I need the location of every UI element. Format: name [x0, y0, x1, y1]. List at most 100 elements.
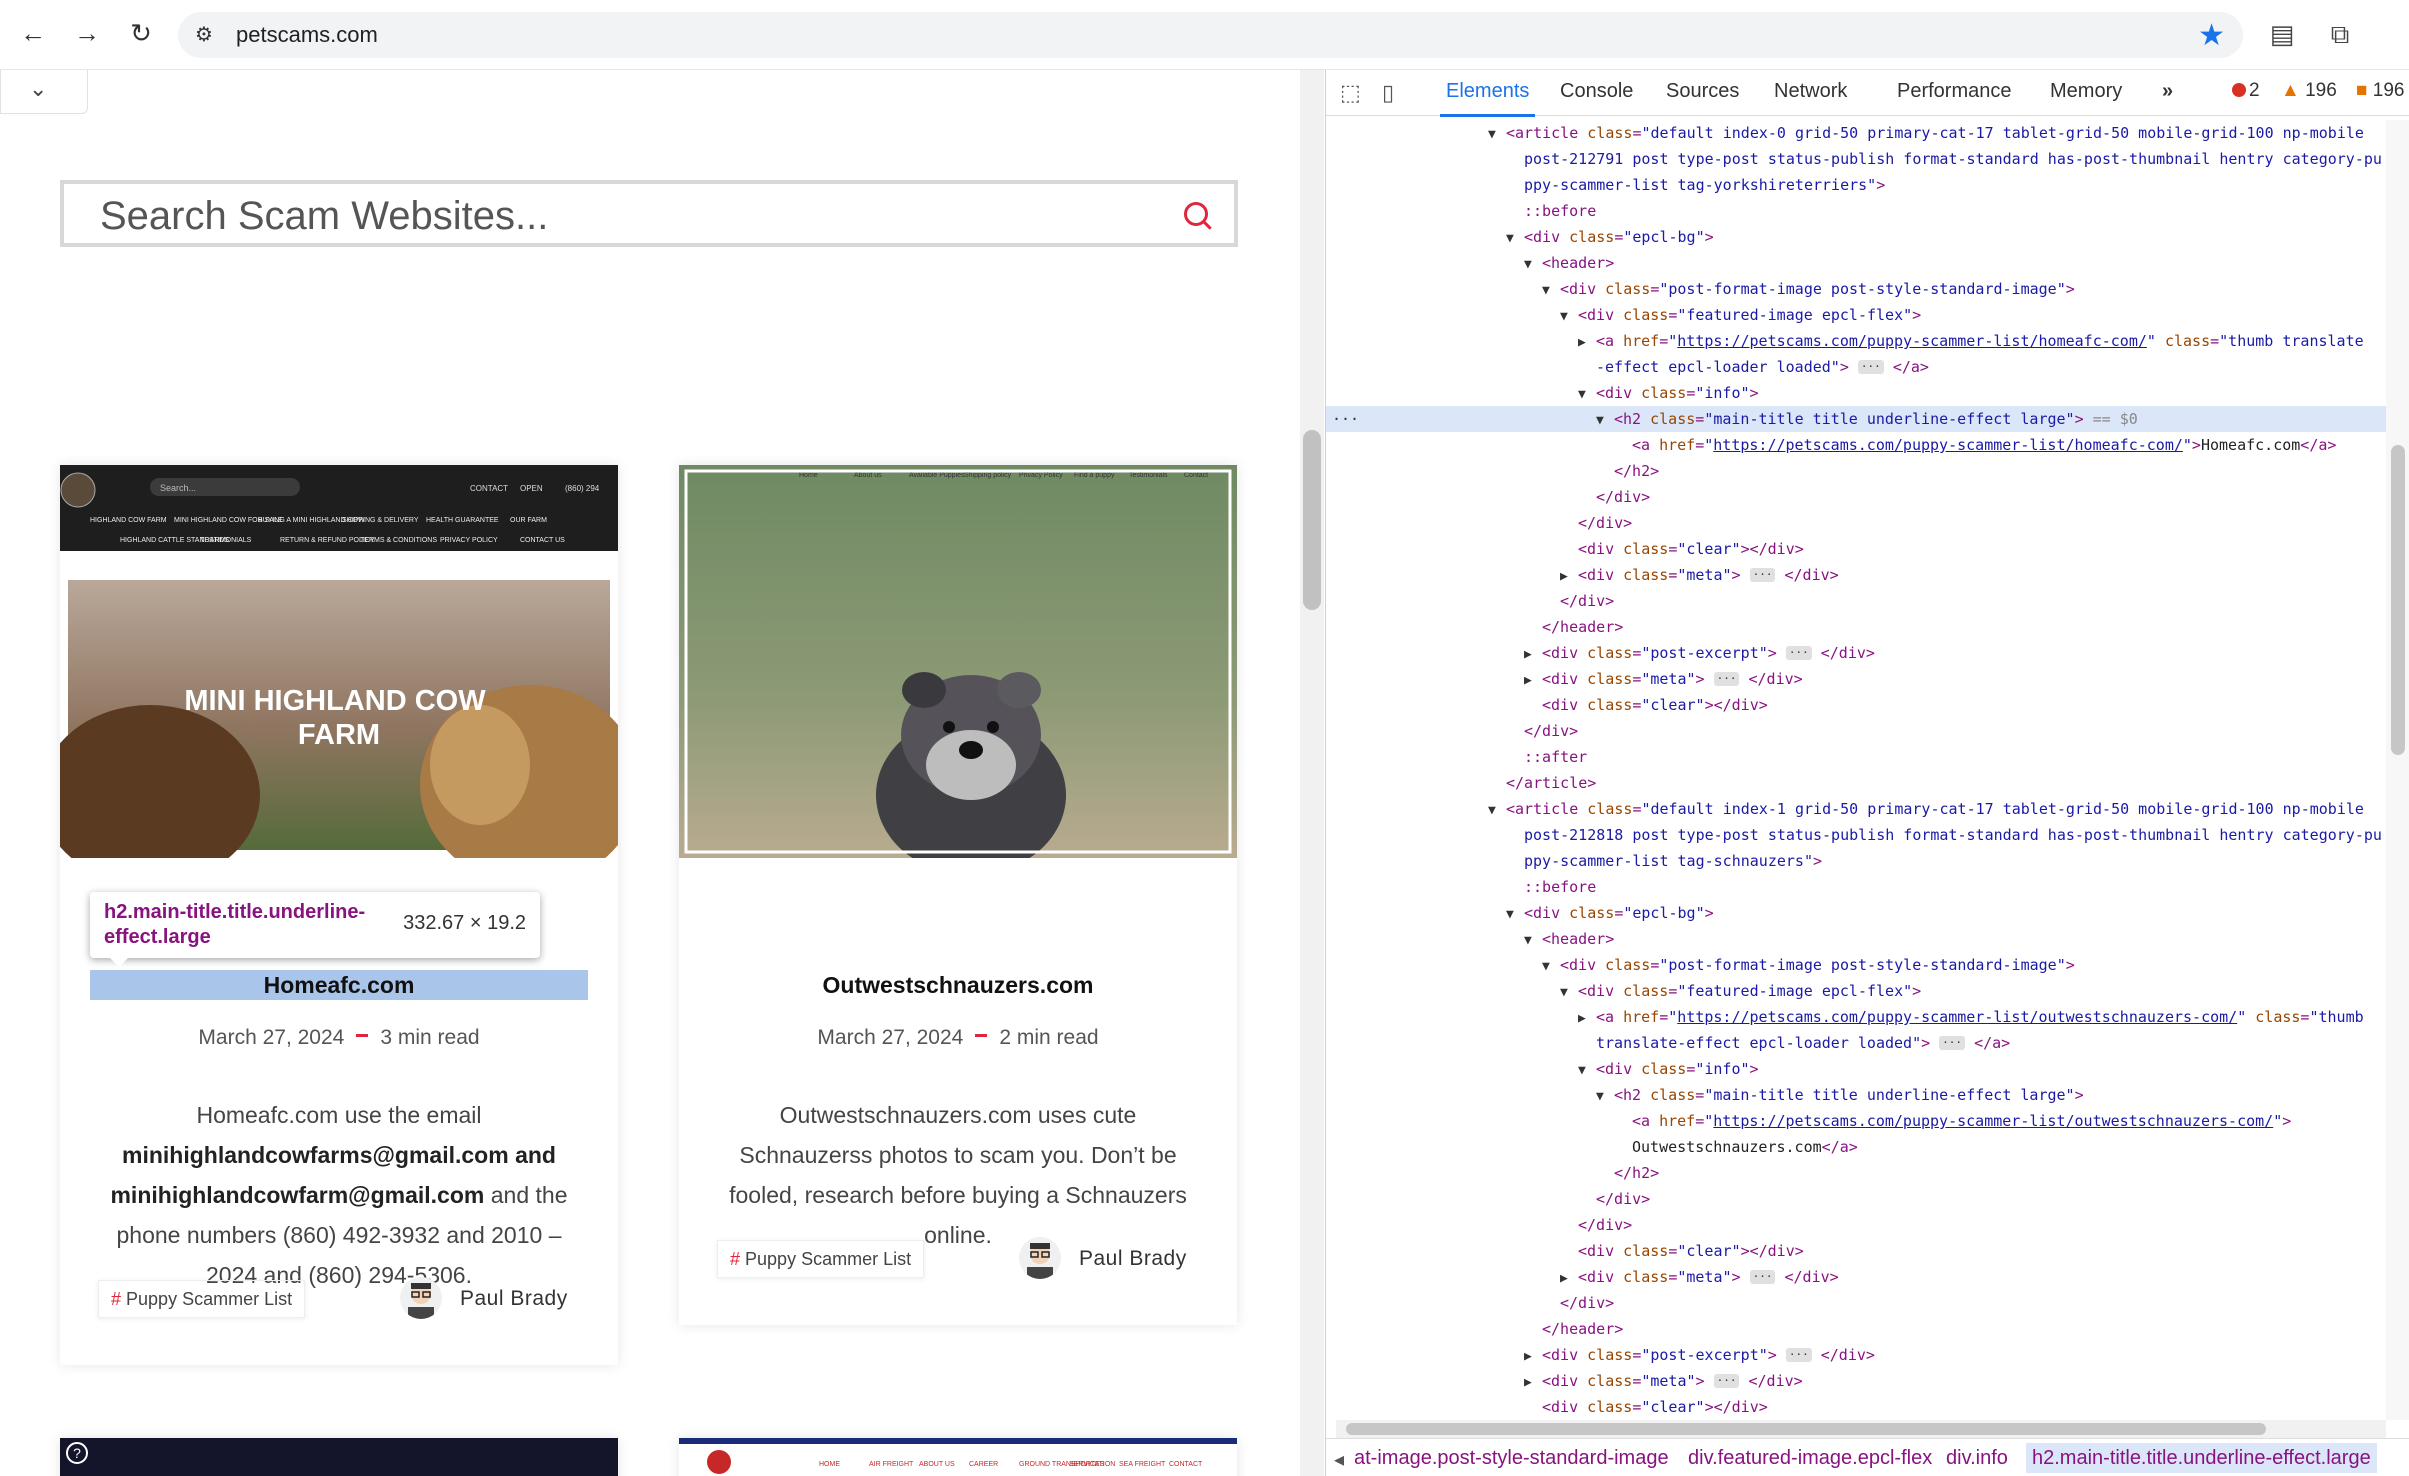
- dom-node[interactable]: ▶ <div class="meta"> ··· </div>: [1326, 666, 2386, 692]
- dom-node[interactable]: ▶ <a href="https://petscams.com/puppy-sca…: [1326, 328, 2386, 354]
- dom-node[interactable]: ▼ <div class="post-format-image post-styl…: [1326, 952, 2386, 978]
- expanded-triangle-icon[interactable]: ▼: [1560, 304, 1578, 330]
- dom-node-markup[interactable]: <div class="meta"> ··· </div>: [1542, 1372, 1803, 1390]
- page-scrollbar[interactable]: [1300, 70, 1324, 1476]
- dom-node-markup[interactable]: <a href="https://petscams.com/puppy-scam…: [1632, 1112, 2291, 1130]
- dom-horizontal-scrollbar[interactable]: [1336, 1420, 2386, 1438]
- collapsed-triangle-icon[interactable]: ▶: [1524, 668, 1542, 694]
- dom-node[interactable]: ▶ <div class="meta"> ··· </div>: [1326, 1368, 2386, 1394]
- dom-node-markup[interactable]: <div class="clear"></div>: [1578, 540, 1804, 558]
- collapsed-triangle-icon[interactable]: ▶: [1560, 1266, 1578, 1292]
- collapsed-triangle-icon[interactable]: ▶: [1524, 1344, 1542, 1370]
- dom-tree[interactable]: ▼ <article class="default index-0 grid-50…: [1326, 120, 2386, 1420]
- dom-node-markup[interactable]: ::after: [1524, 748, 1587, 766]
- dom-node-markup[interactable]: <div class="post-format-image post-style…: [1560, 956, 2075, 974]
- dom-node[interactable]: <a href="https://petscams.com/puppy-scam…: [1326, 1108, 2386, 1134]
- dom-node-markup[interactable]: </h2>: [1614, 462, 1659, 480]
- post-title[interactable]: Outwestschnauzers.com: [709, 970, 1207, 1000]
- dom-node-markup[interactable]: <div class="clear"></div>: [1542, 696, 1768, 714]
- dom-node-markup[interactable]: </div>: [1560, 592, 1614, 610]
- dom-node[interactable]: <div class="clear"></div>: [1326, 1394, 2386, 1420]
- tab-sources[interactable]: Sources: [1666, 80, 1739, 103]
- dom-node-markup[interactable]: <div class="meta"> ··· </div>: [1578, 566, 1839, 584]
- help-icon[interactable]: ?: [66, 1442, 88, 1464]
- dom-node[interactable]: </div>: [1326, 1186, 2386, 1212]
- dom-node[interactable]: </h2>: [1326, 1160, 2386, 1186]
- collapsed-triangle-icon[interactable]: ▶: [1524, 642, 1542, 668]
- dom-node[interactable]: ▼ <h2 class="main-title title underline-e…: [1326, 1082, 2386, 1108]
- site-info-icon[interactable]: ⚙: [190, 21, 218, 49]
- author-avatar[interactable]: [400, 1277, 442, 1319]
- expanded-triangle-icon[interactable]: ▼: [1488, 122, 1506, 148]
- node-actions-icon[interactable]: ···: [1332, 406, 1359, 432]
- dom-node[interactable]: </header>: [1326, 614, 2386, 640]
- featured-image-homeafc[interactable]: Search... CONTACT OPEN (860) 294 HIGHLAN…: [60, 465, 618, 858]
- back-icon[interactable]: ←: [16, 16, 50, 50]
- author-avatar[interactable]: [1019, 1237, 1061, 1279]
- expanded-triangle-icon[interactable]: ▼: [1542, 278, 1560, 304]
- category-tag[interactable]: # Puppy Scammer List: [98, 1280, 306, 1318]
- dom-node[interactable]: ppy-scammer-list tag-schnauzers">: [1326, 848, 2386, 874]
- dom-node-markup[interactable]: <a href="https://petscams.com/puppy-scam…: [1596, 332, 2364, 350]
- author-name[interactable]: Paul Brady: [460, 1287, 568, 1311]
- collapse-toggle[interactable]: ⌄: [0, 70, 88, 114]
- dom-node-markup[interactable]: <article class="default index-1 grid-50 …: [1506, 800, 2364, 818]
- dom-node-markup[interactable]: <div class="post-format-image post-style…: [1560, 280, 2075, 298]
- dom-node[interactable]: </h2>: [1326, 458, 2386, 484]
- dom-node[interactable]: <div class="clear"></div>: [1326, 536, 2386, 562]
- forward-icon[interactable]: →: [70, 16, 104, 50]
- expanded-triangle-icon[interactable]: ▼: [1488, 798, 1506, 824]
- dom-node[interactable]: ▼ <div class="info">: [1326, 380, 2386, 406]
- dom-node[interactable]: </article>: [1326, 770, 2386, 796]
- dom-node[interactable]: <div class="clear"></div>: [1326, 1238, 2386, 1264]
- dom-node-markup[interactable]: <div class="post-excerpt"> ··· </div>: [1542, 644, 1875, 662]
- dom-node-markup[interactable]: <article class="default index-0 grid-50 …: [1506, 124, 2364, 142]
- dom-node[interactable]: ppy-scammer-list tag-yorkshireterriers">: [1326, 172, 2386, 198]
- dom-node[interactable]: ▼ <div class="epcl-bg">: [1326, 900, 2386, 926]
- tab-performance[interactable]: Performance: [1897, 80, 2012, 103]
- dom-node-markup[interactable]: </div>: [1578, 1216, 1632, 1234]
- dom-node-markup[interactable]: <h2 class="main-title title underline-ef…: [1614, 410, 2138, 428]
- collapsed-triangle-icon[interactable]: ▶: [1578, 330, 1596, 356]
- dom-node[interactable]: post-212818 post type-post status-publis…: [1326, 822, 2386, 848]
- tab-network[interactable]: Network: [1774, 80, 1847, 103]
- crumb-item[interactable]: div.featured-image.epcl-flex: [1688, 1447, 1932, 1470]
- dom-hscrollbar-thumb[interactable]: [1346, 1423, 2266, 1435]
- search-placeholder[interactable]: Search Scam Websites...: [100, 194, 548, 239]
- dom-node[interactable]: ▼ <article class="default index-0 grid-50…: [1326, 120, 2386, 146]
- expanded-triangle-icon[interactable]: ▼: [1578, 382, 1596, 408]
- expanded-triangle-icon[interactable]: ▼: [1542, 954, 1560, 980]
- dom-node-markup[interactable]: <div class="epcl-bg">: [1524, 904, 1714, 922]
- dom-node-markup[interactable]: <a href="https://petscams.com/puppy-scam…: [1596, 1008, 2364, 1026]
- dom-node-markup[interactable]: <div class="info">: [1596, 384, 1759, 402]
- tag-label[interactable]: Puppy Scammer List: [745, 1249, 911, 1269]
- dom-node-markup[interactable]: </div>: [1578, 514, 1632, 532]
- dom-node-markup[interactable]: ::before: [1524, 202, 1596, 220]
- dom-node[interactable]: ▶ <div class="meta"> ··· </div>: [1326, 562, 2386, 588]
- dom-node[interactable]: </header>: [1326, 1316, 2386, 1342]
- dom-node[interactable]: </div>: [1326, 1290, 2386, 1316]
- dom-node[interactable]: ▼ <article class="default index-1 grid-50…: [1326, 796, 2386, 822]
- dom-node[interactable]: ▶ <div class="meta"> ··· </div>: [1326, 1264, 2386, 1290]
- dom-node-markup[interactable]: ::before: [1524, 878, 1596, 896]
- dom-node[interactable]: ▼ <div class="featured-image epcl-flex">: [1326, 978, 2386, 1004]
- error-count[interactable]: 2: [2232, 80, 2260, 102]
- dom-node[interactable]: ▼ <header>: [1326, 250, 2386, 276]
- dom-node-markup[interactable]: translate-effect epcl-loader loaded"> ··…: [1596, 1034, 2010, 1052]
- address-bar[interactable]: ⚙ petscams.com ★: [178, 12, 2243, 58]
- device-toolbar-icon[interactable]: ▯: [1382, 80, 1394, 106]
- dom-node-markup[interactable]: Outwestschnauzers.com</a>: [1632, 1138, 1858, 1156]
- collapsed-triangle-icon[interactable]: ▶: [1524, 1370, 1542, 1396]
- crumb-item[interactable]: at-image.post-style-standard-image: [1354, 1447, 1669, 1470]
- dom-node[interactable]: -effect epcl-loader loaded"> ··· </a>: [1326, 354, 2386, 380]
- dom-node-selected[interactable]: ▼ <h2 class="main-title title underline-e…: [1326, 406, 2386, 432]
- dom-node-markup[interactable]: </div>: [1524, 722, 1578, 740]
- tab-memory[interactable]: Memory: [2050, 80, 2122, 103]
- dom-node-markup[interactable]: <div class="post-excerpt"> ··· </div>: [1542, 1346, 1875, 1364]
- bookmark-star-icon[interactable]: ★: [2198, 18, 2225, 53]
- dom-vertical-scrollbar[interactable]: [2386, 120, 2409, 1420]
- reload-icon[interactable]: ↻: [124, 16, 158, 50]
- search-icon[interactable]: [1184, 202, 1208, 226]
- expanded-triangle-icon[interactable]: ▼: [1596, 408, 1614, 434]
- dom-node[interactable]: post-212791 post type-post status-publis…: [1326, 146, 2386, 172]
